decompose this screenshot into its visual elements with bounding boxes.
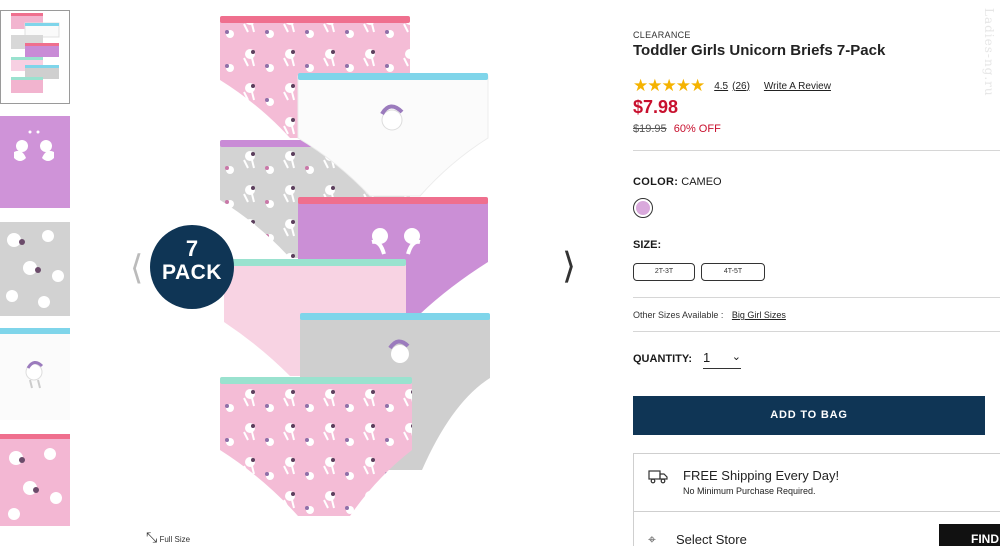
other-sizes: Other Sizes Available : Big Girl Sizes <box>633 310 786 320</box>
thumbnail-2[interactable] <box>0 116 70 208</box>
sale-price: $7.98 <box>633 97 679 117</box>
divider <box>633 297 1000 298</box>
truck-icon <box>648 470 668 484</box>
divider <box>634 511 1000 512</box>
full-size-label: Full Size <box>159 535 191 544</box>
pack-badge-word: PACK <box>162 261 222 284</box>
color-value: CAMEO <box>681 176 722 188</box>
review-count[interactable]: (26) <box>732 81 750 92</box>
size-button-2t-3t[interactable]: 2T-3T <box>633 263 695 281</box>
product-info: CLEARANCE Toddler Girls Unicorn Briefs 7… <box>633 0 1000 546</box>
quantity-value: 1 <box>703 350 711 365</box>
add-to-bag-button[interactable]: ADD TO BAG <box>633 396 985 435</box>
color-label: COLOR: CAMEO <box>633 176 722 188</box>
location-pin-icon: ⌖ <box>648 532 656 546</box>
divider <box>633 331 1000 332</box>
shipping-title: FREE Shipping Every Day! <box>683 468 840 483</box>
pack-badge-number: 7 <box>185 236 199 261</box>
main-product-image: ⟨ ⟩ 7 PACK ⤡ Full Size <box>120 10 590 546</box>
find-store-button[interactable]: FIND <box>939 524 1000 546</box>
size-label: SIZE: <box>633 239 662 251</box>
thumbnail-5[interactable] <box>0 434 70 526</box>
rating-value[interactable]: 4.5 <box>714 81 728 92</box>
size-button-4t-5t[interactable]: 4T-5T <box>701 263 765 281</box>
pack-badge: 7 PACK <box>150 225 234 309</box>
other-sizes-label: Other Sizes Available : <box>633 310 724 320</box>
rating-row: ★★★★★ 4.5 (26) Write A Review <box>633 76 831 96</box>
color-swatch-cameo[interactable] <box>633 198 653 218</box>
divider <box>633 150 1000 151</box>
color-label-key: COLOR: <box>633 176 679 188</box>
expand-icon: ⤡ <box>146 530 158 546</box>
original-price: $19.95 <box>633 123 667 135</box>
chevron-left-icon[interactable]: ⟨ <box>130 248 143 288</box>
write-review-link[interactable]: Write A Review <box>764 81 831 92</box>
chevron-right-icon[interactable]: ⟩ <box>562 246 576 287</box>
full-size-button[interactable]: ⤡ Full Size <box>146 530 190 546</box>
shipping-box: FREE Shipping Every Day! No Minimum Purc… <box>633 453 1000 546</box>
thumbnail-1[interactable] <box>0 10 70 104</box>
quantity-select[interactable]: 1 ⌄ <box>703 350 741 369</box>
star-rating-icon: ★★★★★ <box>633 76 705 96</box>
product-title: Toddler Girls Unicorn Briefs 7-Pack <box>633 42 886 59</box>
price-detail: $19.95 60% OFF <box>633 123 721 135</box>
shipping-subtitle: No Minimum Purchase Required. <box>683 486 816 496</box>
thumbnail-4[interactable] <box>0 328 70 420</box>
chevron-down-icon: ⌄ <box>731 350 741 363</box>
clearance-tag: CLEARANCE <box>633 30 691 40</box>
select-store-label[interactable]: Select Store <box>676 532 747 546</box>
thumbnail-3[interactable] <box>0 222 70 316</box>
big-girl-sizes-link[interactable]: Big Girl Sizes <box>732 310 786 320</box>
discount-label: 60% OFF <box>673 123 721 135</box>
quantity-label: QUANTITY: <box>633 353 693 365</box>
watermark: Ladies-ng.ru <box>982 8 996 97</box>
